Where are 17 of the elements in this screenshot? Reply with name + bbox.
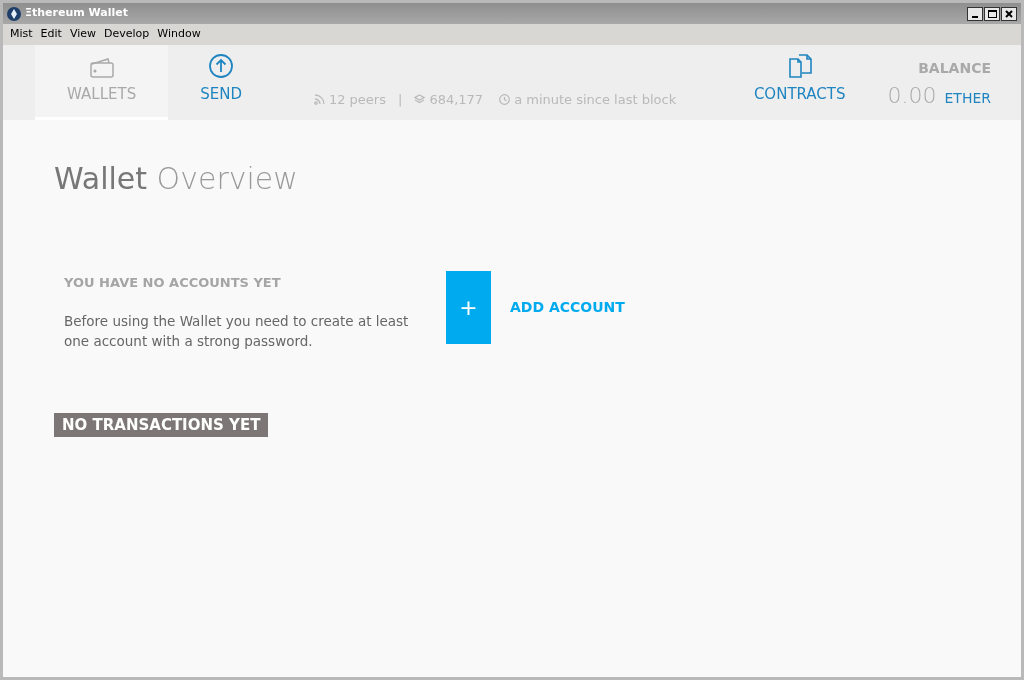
- balance-label: BALANCE: [918, 59, 991, 78]
- nav-tab[interactable]: CONTRACTS: [721, 45, 878, 120]
- menu-item[interactable]: Mist: [7, 26, 36, 43]
- accounts-help-text: Before using the Wallet you need to create at least one account with a strong password.: [64, 311, 410, 351]
- menu-item[interactable]: Edit: [37, 26, 65, 43]
- balance-amount: 0.00: [887, 82, 937, 110]
- menu-item[interactable]: Window: [154, 26, 204, 43]
- plus-icon: +: [446, 271, 491, 344]
- no-accounts-heading: YOU HAVE NO ACCOUNTS YET: [64, 274, 282, 292]
- menu-item[interactable]: View: [66, 26, 99, 43]
- no-transactions-label: NO TRANSACTIONS YET: [54, 412, 269, 437]
- menu-item[interactable]: Develop: [101, 26, 153, 43]
- page-title: Wallet Overview: [54, 160, 299, 198]
- window-title: Ξthereum Wallet: [25, 5, 128, 22]
- nav-tab[interactable]: SEND: [168, 45, 274, 120]
- separator: |: [397, 90, 404, 109]
- balance-unit: ETHER: [944, 89, 991, 108]
